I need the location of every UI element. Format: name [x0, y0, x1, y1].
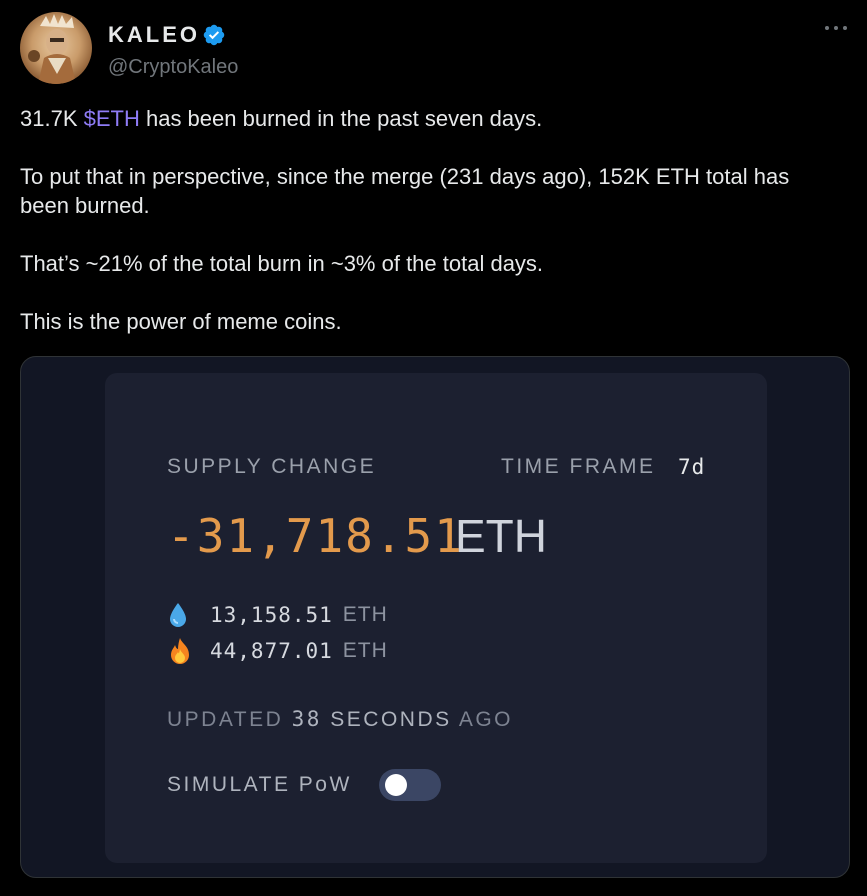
tweet-text: 31.7K $ETH has been burned in the past s… — [20, 104, 840, 365]
avatar[interactable] — [20, 12, 92, 84]
burn-value: 44,877.01 — [210, 639, 333, 663]
simulate-pow-toggle[interactable] — [379, 769, 441, 801]
issuance-row: 13,158.51 ETH — [167, 601, 388, 629]
tweet-paragraph-1: 31.7K $ETH has been burned in the past s… — [20, 104, 840, 133]
issuance-unit: ETH — [342, 603, 388, 626]
tweet-header: KALEO @CryptoKaleo — [20, 12, 850, 84]
tweet-text-segment: 31.7K — [20, 106, 84, 131]
updated-status: UPDATED 38 SECONDS AGO — [167, 707, 513, 732]
updated-number: 38 — [291, 707, 322, 731]
fire-icon — [167, 637, 193, 665]
simulate-pow-label: SIMULATE PoW — [167, 773, 352, 796]
verified-badge-icon — [203, 24, 225, 46]
burn-row: 44,877.01 ETH — [167, 637, 388, 665]
tweet-paragraph-3: That’s ~21% of the total burn in ~3% of … — [20, 251, 544, 276]
updated-seconds: SECONDS — [330, 708, 452, 731]
tweet-media-image[interactable]: SUPPLY CHANGE TIME FRAME 7d -31,718.51 E… — [20, 356, 850, 878]
time-frame-label: TIME FRAME — [501, 455, 656, 478]
time-frame-value[interactable]: 7d — [678, 455, 705, 479]
display-name[interactable]: KALEO — [108, 22, 200, 48]
updated-suffix: AGO — [458, 708, 514, 731]
handle[interactable]: @CryptoKaleo — [108, 56, 238, 79]
updated-prefix: UPDATED — [167, 708, 284, 731]
tweet-paragraph-2: To put that in perspective, since the me… — [20, 164, 790, 218]
supply-change-unit: ETH — [455, 510, 547, 562]
toggle-knob — [385, 774, 407, 796]
tweet-text-segment: has been burned in the past seven days. — [139, 106, 543, 131]
name-row: KALEO — [108, 22, 226, 48]
supply-change-card: SUPPLY CHANGE TIME FRAME 7d -31,718.51 E… — [105, 373, 767, 863]
burn-unit: ETH — [342, 639, 388, 662]
cashtag-link[interactable]: $ETH — [84, 106, 140, 131]
water-drop-icon — [167, 601, 193, 629]
tweet-paragraph-4: This is the power of meme coins. — [20, 309, 342, 334]
supply-change-value: -31,718.51 — [167, 509, 464, 563]
supply-change-label: SUPPLY CHANGE — [167, 455, 377, 478]
issuance-value: 13,158.51 — [210, 603, 333, 627]
more-options-icon[interactable] — [822, 18, 850, 38]
